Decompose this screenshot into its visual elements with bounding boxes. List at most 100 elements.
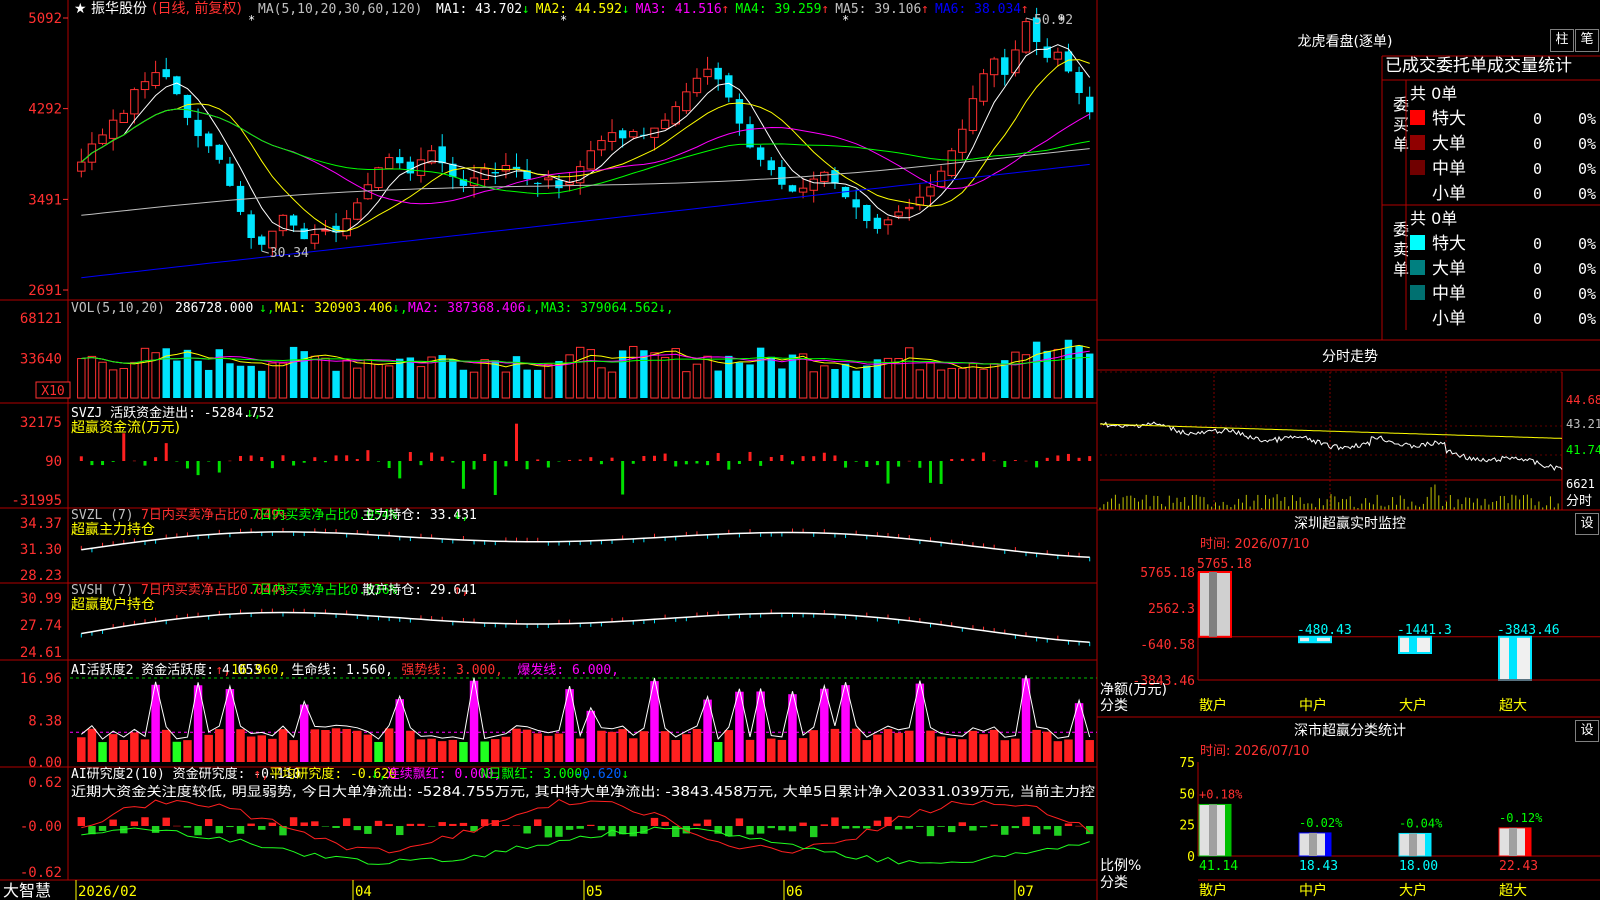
ai1-bar — [342, 728, 351, 762]
svsh-label: SVSH (7) — [71, 583, 134, 598]
classify-settings-button[interactable]: 设 — [1575, 720, 1599, 742]
candle-body-down — [173, 76, 181, 95]
volume-bar-up — [682, 371, 691, 399]
candle-body-down — [247, 214, 255, 239]
ai2-bar-neg — [778, 826, 786, 831]
ai2-bar-neg — [321, 826, 330, 827]
candle-body-up — [692, 77, 702, 94]
monitor-time: 时间: 2026/07/10 — [1200, 537, 1309, 552]
stock-name: ★ 振华股份 — [74, 1, 147, 17]
svzj-bar-pos — [716, 453, 720, 461]
tick-mode-button[interactable]: 笔 — [1575, 29, 1599, 52]
high-price-label: 50.92 — [1034, 13, 1073, 28]
ai2-bar-neg — [937, 826, 945, 827]
ai2-bar-pos — [268, 822, 277, 826]
svzj-bar-neg — [387, 461, 391, 469]
volume-bar-up — [321, 357, 330, 399]
ai1-bar — [926, 730, 935, 762]
svzj-bar-pos — [578, 459, 582, 461]
svzj-bar-pos — [1077, 457, 1081, 461]
candle-body-down — [873, 217, 882, 229]
svzj-bar-pos — [960, 458, 964, 461]
vol-ma-value-3: MA3: 379064.562 — [541, 301, 658, 316]
ai1-bar — [130, 732, 139, 762]
candle-body-down — [767, 160, 775, 171]
svzj-bar-pos — [132, 460, 136, 462]
svzj-bar-neg — [886, 461, 890, 484]
volume-bar-up — [108, 369, 118, 399]
ai2-bar-neg — [756, 826, 765, 834]
monitor-category: 散户 — [1199, 697, 1227, 714]
vol-ma-value-1: MA1: 320903.406 — [275, 301, 392, 316]
buy-legend-swatch — [1410, 135, 1425, 150]
vol-unit: X10 — [41, 384, 64, 399]
svzj-bar-neg — [143, 461, 147, 466]
ai2-y-tick: -0.00 — [20, 819, 62, 835]
buy-legend-swatch — [1410, 160, 1425, 175]
classify-bar-shade — [1309, 832, 1317, 856]
ai1-bar — [140, 739, 150, 762]
monitor-settings-button[interactable]: 设 — [1575, 513, 1599, 535]
volume-bar-up — [77, 358, 86, 399]
monitor-unit: 净额(万元) — [1100, 682, 1167, 698]
svsh-line — [81, 611, 1090, 643]
ai2-bar-neg — [863, 826, 871, 829]
volume-bar-up — [363, 359, 373, 399]
ai1-bar — [798, 738, 808, 762]
ai1-bar — [512, 728, 521, 762]
ai2-bar-pos — [247, 823, 255, 826]
volume-bar-up — [629, 345, 638, 399]
ai2-bar-pos — [385, 824, 393, 826]
ai2-bar-pos — [1022, 816, 1030, 826]
ai1-bar — [108, 734, 118, 762]
vol-label: VOL(5,10,20) — [71, 301, 165, 316]
svzj-bar-pos — [281, 455, 285, 461]
volume-bar-up — [1021, 354, 1031, 399]
svzl-y-tick: 31.30 — [20, 542, 62, 558]
volume-bar-down — [332, 370, 340, 398]
sell-row-pct: 0% — [1578, 285, 1596, 303]
candle-body-up — [119, 112, 128, 124]
volume-bar-down — [491, 360, 499, 398]
volume-bar-down — [1043, 350, 1051, 398]
candle-body-up — [1011, 49, 1020, 74]
ai2-bar-neg — [905, 826, 913, 829]
ai1-bar — [246, 736, 256, 762]
classify-bar-shade — [1509, 827, 1517, 856]
ai1-bar — [236, 729, 245, 762]
svzl-sub: 超赢主力持仓 — [71, 521, 155, 538]
ai2-bar-neg — [236, 826, 245, 834]
ai1-bar — [459, 742, 468, 762]
ai2-bar-neg — [672, 826, 680, 837]
ai1-bar — [586, 710, 596, 762]
svzj-bar-neg — [727, 461, 731, 470]
xaxis-label: 07 — [1017, 884, 1034, 900]
ai1-bar — [767, 738, 776, 762]
ai1-bar — [1064, 739, 1073, 762]
ai2-bar-pos — [438, 822, 446, 826]
low-price-pointer — [261, 250, 269, 254]
svzj-bar-pos — [982, 452, 986, 461]
ai2-bar-neg — [926, 826, 935, 837]
ai1-bar — [936, 736, 946, 762]
classify-bar-accent — [1325, 832, 1331, 856]
candle-body-down — [863, 204, 871, 222]
ai2-bar-neg — [1032, 826, 1041, 835]
volume-bar-up — [268, 362, 277, 399]
volume-bar-down — [226, 363, 234, 398]
ai1-bar — [958, 739, 967, 762]
ai2-bar-pos — [342, 818, 351, 826]
buy-row-label: 中单 — [1432, 159, 1466, 179]
svzj-bar-neg — [674, 461, 678, 467]
stock-chart-canvas[interactable]: 5092 4292 3491 2691 50.92 30.34 ★ 振华股份 (日线, 前复权… — [0, 0, 1600, 900]
sell-group-label: 卖 — [1393, 240, 1409, 259]
ai1-bar — [1085, 740, 1094, 762]
ai1-bar — [1000, 740, 1010, 762]
ai2-bar-pos — [502, 825, 510, 826]
ai1-bar — [119, 739, 129, 762]
svzj-bar-pos — [780, 454, 784, 461]
classify-change: -0.04% — [1399, 816, 1443, 830]
sell-row-pct: 0% — [1578, 235, 1596, 253]
candle-body-up — [883, 219, 893, 226]
column-mode-button[interactable]: 柱 — [1550, 29, 1574, 52]
